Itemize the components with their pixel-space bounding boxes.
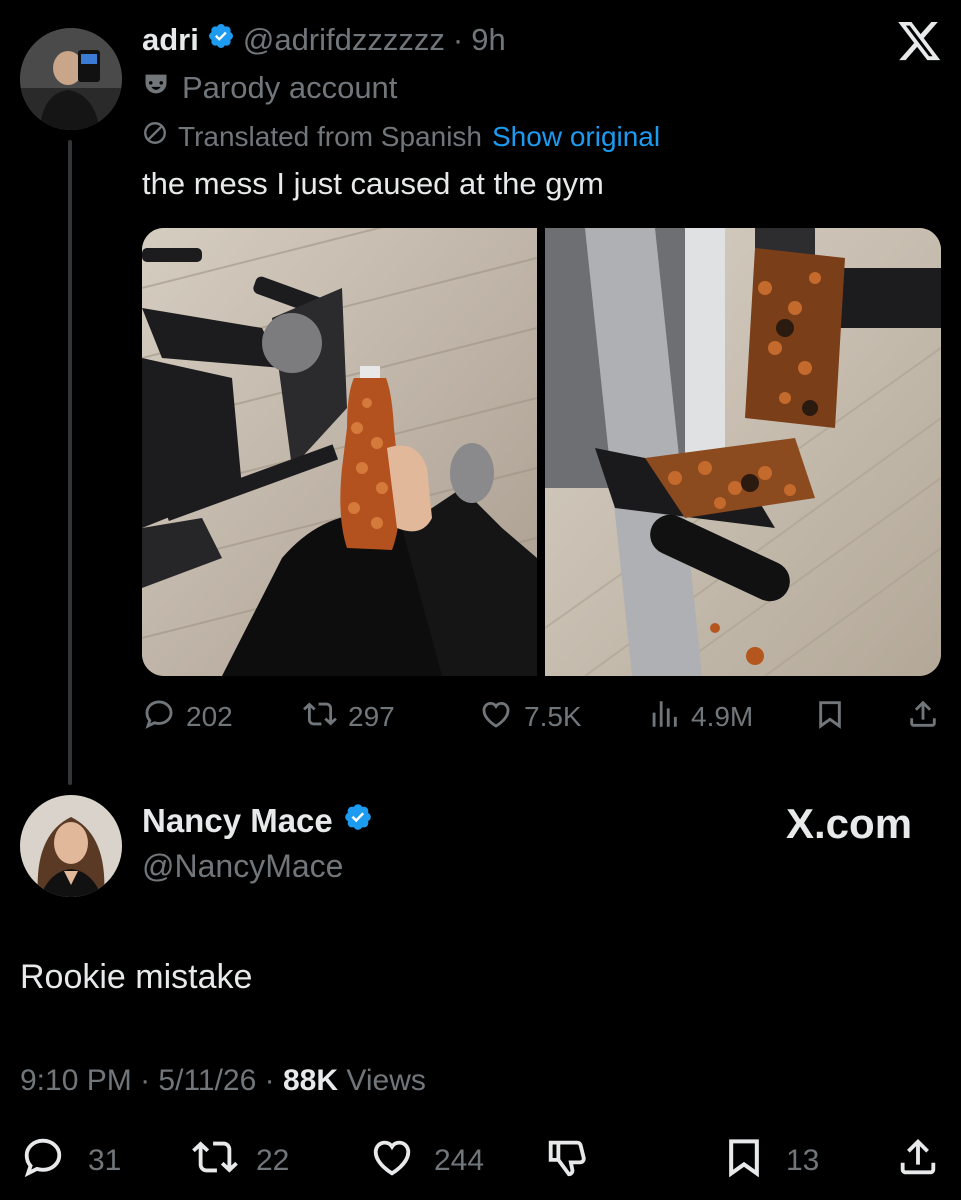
photo-bean-covered-seat[interactable] — [545, 228, 941, 676]
x-logo-icon — [898, 22, 942, 62]
like-count: 244 — [434, 1144, 485, 1177]
bookmark-button[interactable]: 13 — [722, 1134, 819, 1188]
show-original-link[interactable]: Show original — [492, 121, 660, 153]
downvote-button[interactable] — [544, 1134, 590, 1188]
reply-meta: 9:10 PM · 5/11/26 · 88K Views — [20, 1064, 426, 1098]
repost-icon — [302, 697, 338, 738]
reply-views-count: 88K — [282, 1064, 339, 1097]
views-icon — [647, 697, 681, 738]
parody-row: Parody account — [142, 70, 397, 106]
repost-count: 297 — [348, 701, 395, 732]
avatar-nancy-mace[interactable] — [20, 795, 122, 897]
share-icon — [895, 1134, 941, 1188]
reply-actions: 31 22 244 13 — [20, 1136, 941, 1186]
tweet-text: the mess I just caused at the gym — [142, 166, 604, 201]
photo-bean-bottle[interactable] — [142, 228, 537, 676]
tweet-media[interactable] — [142, 228, 941, 676]
like-icon — [368, 1134, 416, 1188]
like-icon — [478, 697, 514, 738]
parody-label: Parody account — [182, 70, 398, 105]
reply-time[interactable]: 9:10 PM — [20, 1064, 132, 1097]
like-button[interactable]: 244 — [368, 1134, 484, 1188]
author-handle[interactable]: @adrifdzzzzzz — [243, 22, 445, 58]
like-button[interactable]: 7.5K — [478, 697, 582, 738]
parody-mask-icon — [142, 70, 170, 106]
reply-header: Nancy Mace — [142, 802, 373, 840]
separator: · — [264, 1064, 275, 1097]
bookmark-count: 13 — [786, 1144, 820, 1177]
verified-badge-icon — [207, 22, 235, 58]
avatar-adri[interactable] — [20, 28, 122, 130]
views-count: 4.9M — [691, 701, 754, 732]
repost-count: 22 — [256, 1144, 290, 1177]
reply-date[interactable]: 5/11/26 — [158, 1064, 256, 1097]
separator: · — [140, 1064, 151, 1097]
x-com-brand: X.com — [786, 800, 913, 847]
reply-author-name[interactable]: Nancy Mace — [142, 802, 333, 840]
downvote-icon — [544, 1134, 590, 1188]
bookmark-icon — [722, 1134, 766, 1188]
like-count: 7.5K — [524, 701, 582, 732]
bookmark-button[interactable] — [814, 697, 846, 738]
verified-badge-icon — [343, 802, 373, 840]
repost-icon — [190, 1134, 240, 1188]
translated-label: Translated from Spanish — [178, 120, 482, 152]
reply-text: Rookie mistake — [20, 958, 253, 996]
translation-row: Translated from Spanish Show original — [142, 120, 660, 153]
reply-count: 202 — [186, 701, 233, 732]
reply-button[interactable]: 202 — [142, 697, 233, 738]
reply-views-label: Views — [346, 1064, 426, 1097]
repost-button[interactable]: 297 — [302, 697, 395, 738]
thread-line — [68, 140, 72, 785]
share-button[interactable] — [895, 1134, 941, 1188]
reply-count: 31 — [88, 1144, 122, 1177]
tweet-time[interactable]: 9h — [471, 22, 505, 58]
bookmark-icon — [814, 697, 846, 738]
tweet-actions: 202 297 7.5K 4.9M — [142, 695, 942, 739]
reply-author-handle[interactable]: @NancyMace — [142, 848, 343, 885]
repost-button[interactable]: 22 — [190, 1134, 289, 1188]
views-button[interactable]: 4.9M — [647, 697, 753, 738]
reply-icon — [20, 1134, 66, 1188]
separator: · — [452, 22, 464, 57]
share-icon — [906, 697, 940, 738]
reply-icon — [142, 697, 176, 738]
share-button[interactable] — [906, 697, 940, 738]
reply-button[interactable]: 31 — [20, 1134, 121, 1188]
tweet-header: adri @adrifdzzzzzz · 9h — [142, 22, 506, 58]
author-name[interactable]: adri — [142, 22, 199, 58]
translate-icon — [142, 120, 168, 153]
